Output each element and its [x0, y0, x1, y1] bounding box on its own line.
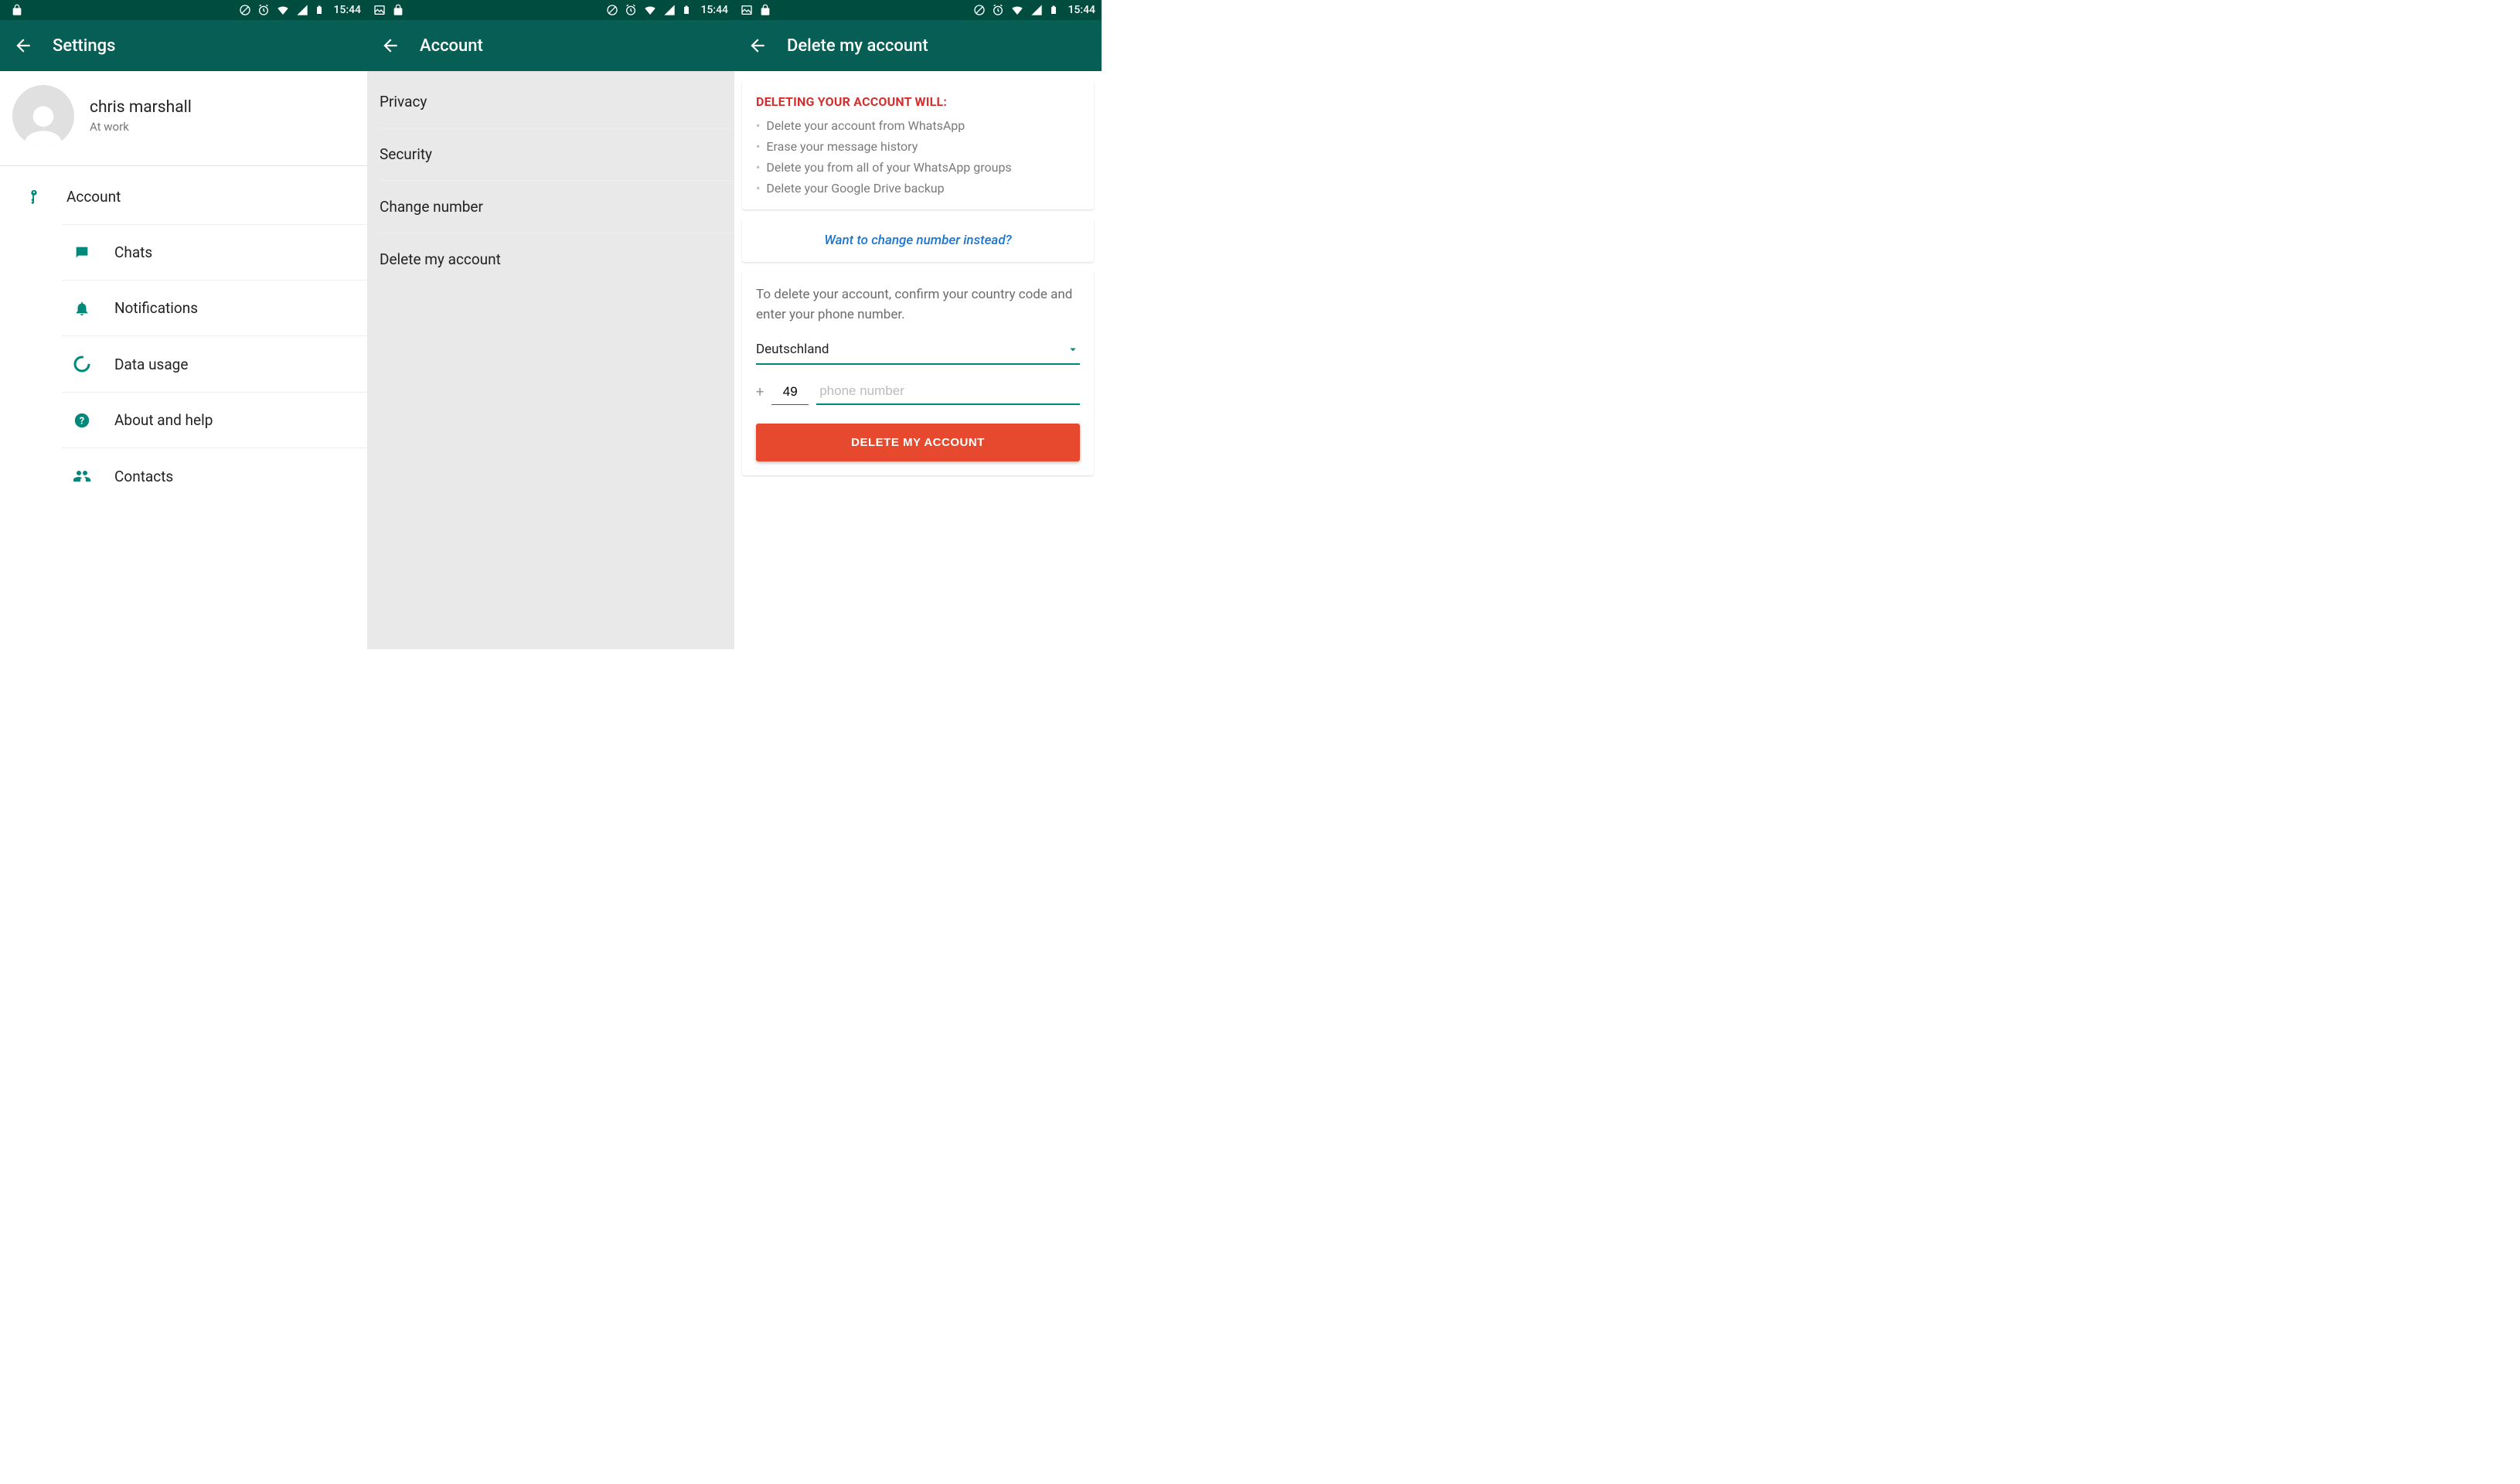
account-item-delete[interactable]: Delete my account: [380, 233, 734, 285]
chat-icon: [71, 244, 93, 261]
status-time: 15:44: [333, 4, 361, 16]
settings-item-label: Account: [66, 188, 121, 206]
status-time: 15:44: [700, 4, 728, 16]
battery-icon: [315, 3, 324, 17]
chevron-down-icon: [1066, 342, 1080, 356]
image-icon: [741, 4, 753, 16]
screen-account: 15:44 Account Privacy Security Change nu…: [367, 0, 734, 649]
settings-item-chats[interactable]: Chats: [62, 224, 367, 280]
confirm-instruction: To delete your account, confirm your cou…: [756, 285, 1080, 325]
data-usage-icon: [71, 355, 93, 373]
lock-icon: [392, 4, 404, 16]
signal-icon: [1030, 4, 1043, 16]
no-entry-icon: [973, 4, 986, 16]
change-number-link[interactable]: Want to change number instead?: [756, 233, 1080, 248]
back-icon[interactable]: [380, 35, 401, 56]
wifi-icon: [643, 3, 657, 17]
signal-icon: [663, 4, 676, 16]
help-icon: ?: [71, 412, 93, 429]
bell-icon: [71, 300, 93, 317]
account-item-security[interactable]: Security: [380, 128, 734, 180]
country-name: Deutschland: [756, 342, 829, 357]
profile-row[interactable]: chris marshall At work: [0, 71, 367, 166]
account-item-change-number[interactable]: Change number: [380, 180, 734, 233]
page-title: Settings: [53, 36, 115, 56]
account-item-label: Change number: [380, 198, 483, 216]
warning-list: Delete your account from WhatsApp Erase …: [756, 118, 1080, 196]
delete-account-button[interactable]: DELETE MY ACCOUNT: [756, 424, 1080, 461]
app-bar: Delete my account: [734, 20, 1102, 71]
country-select[interactable]: Deutschland: [756, 337, 1080, 365]
settings-item-data-usage[interactable]: Data usage: [62, 335, 367, 392]
battery-icon: [1049, 3, 1058, 17]
account-item-privacy[interactable]: Privacy: [367, 76, 734, 128]
account-item-label: Security: [380, 145, 432, 163]
warning-item: Delete your Google Drive backup: [756, 181, 1080, 196]
wifi-icon: [276, 3, 290, 17]
lock-icon: [759, 4, 771, 16]
screen-delete-account: 15:44 Delete my account DELETING YOUR AC…: [734, 0, 1102, 649]
lock-icon: [6, 0, 28, 21]
account-item-label: Delete my account: [380, 250, 501, 268]
settings-item-label: Notifications: [114, 299, 198, 317]
country-code-input[interactable]: [771, 381, 809, 405]
settings-item-contacts[interactable]: Contacts: [62, 448, 367, 504]
alarm-icon: [625, 4, 637, 16]
account-item-label: Privacy: [380, 93, 427, 111]
alarm-icon: [257, 4, 270, 16]
settings-item-account[interactable]: Account: [0, 166, 367, 224]
battery-icon: [682, 3, 691, 17]
settings-item-label: About and help: [114, 411, 213, 429]
settings-item-label: Contacts: [114, 468, 173, 485]
no-entry-icon: [239, 4, 251, 16]
profile-status: At work: [90, 120, 192, 134]
settings-item-about[interactable]: ? About and help: [62, 392, 367, 448]
profile-name: chris marshall: [90, 98, 192, 117]
confirm-card: To delete your account, confirm your cou…: [742, 271, 1094, 475]
no-entry-icon: [606, 4, 618, 16]
plus-icon: +: [756, 384, 764, 405]
warning-card: DELETING YOUR ACCOUNT WILL: Delete your …: [742, 80, 1094, 209]
key-icon: [23, 189, 45, 206]
signal-icon: [296, 4, 308, 16]
status-time: 15:44: [1068, 4, 1095, 16]
contacts-icon: [71, 467, 93, 485]
svg-text:?: ?: [80, 415, 84, 427]
phone-number-input[interactable]: [816, 380, 1080, 405]
settings-item-notifications[interactable]: Notifications: [62, 280, 367, 335]
settings-item-label: Data usage: [114, 356, 188, 373]
page-title: Delete my account: [787, 36, 928, 56]
warning-heading: DELETING YOUR ACCOUNT WILL:: [756, 94, 1080, 109]
settings-list: Account Chats Notifications Data usage ?…: [0, 166, 367, 504]
screen-settings: 15:44 Settings chris marshall At work Ac…: [0, 0, 367, 649]
image-icon: [373, 4, 386, 16]
warning-item: Delete you from all of your WhatsApp gro…: [756, 160, 1080, 175]
account-list: Privacy Security Change number Delete my…: [367, 71, 734, 285]
phone-row: +: [756, 380, 1080, 405]
wifi-icon: [1010, 3, 1024, 17]
app-bar: Settings: [0, 20, 367, 71]
warning-item: Delete your account from WhatsApp: [756, 118, 1080, 133]
status-bar: 15:44: [367, 0, 734, 20]
settings-item-label: Chats: [114, 243, 152, 261]
warning-item: Erase your message history: [756, 139, 1080, 154]
app-bar: Account: [367, 20, 734, 71]
back-icon[interactable]: [747, 35, 768, 56]
page-title: Account: [420, 36, 483, 56]
back-icon[interactable]: [12, 35, 34, 56]
status-bar: 15:44: [734, 0, 1102, 20]
alarm-icon: [992, 4, 1004, 16]
avatar: [12, 85, 74, 147]
change-number-card[interactable]: Want to change number instead?: [742, 219, 1094, 262]
status-bar: 15:44: [0, 0, 367, 20]
